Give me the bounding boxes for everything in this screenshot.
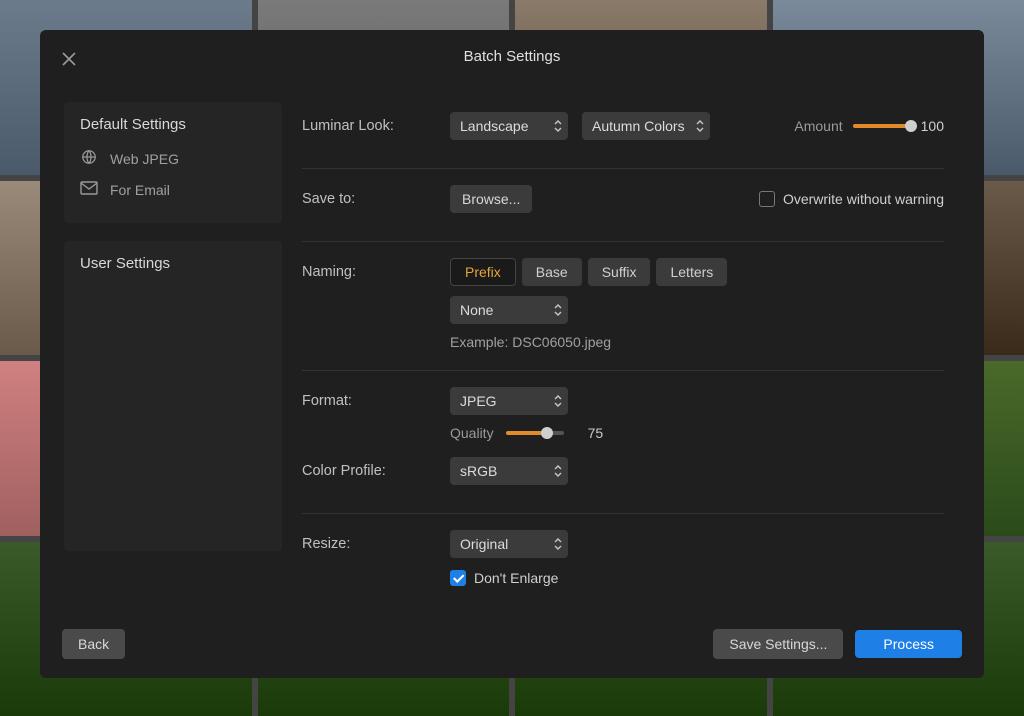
sidebar-item-for-email[interactable]: For Email: [64, 174, 282, 205]
dont-enlarge-label: Don't Enlarge: [474, 570, 558, 586]
back-button[interactable]: Back: [62, 629, 125, 659]
naming-seg-suffix[interactable]: Suffix: [588, 258, 651, 286]
sidebar-item-label: Web JPEG: [110, 151, 179, 167]
naming-segmented: Prefix Base Suffix Letters: [450, 258, 727, 286]
quality-value: 75: [588, 425, 604, 441]
naming-seg-letters[interactable]: Letters: [656, 258, 727, 286]
naming-value: None: [460, 302, 493, 318]
overwrite-checkbox[interactable]: [759, 191, 775, 207]
resize-label: Resize:: [302, 536, 450, 552]
stepper-arrows-icon: [553, 536, 563, 552]
settings-content: Luminar Look: Landscape Autumn Colors: [298, 82, 984, 620]
save-to-label: Save to:: [302, 191, 450, 207]
quality-slider[interactable]: [506, 431, 564, 435]
quality-label: Quality: [450, 425, 494, 441]
batch-settings-modal: Batch Settings Default Settings Web JPEG…: [40, 30, 984, 678]
modal-header: Batch Settings: [40, 30, 984, 82]
color-profile-label: Color Profile:: [302, 463, 450, 479]
overwrite-label: Overwrite without warning: [783, 191, 944, 207]
look-preset-value: Landscape: [460, 118, 529, 134]
sidebar-item-label: For Email: [110, 182, 170, 198]
dont-enlarge-row[interactable]: Don't Enlarge: [450, 570, 944, 586]
naming-seg-prefix[interactable]: Prefix: [450, 258, 516, 286]
stepper-arrows-icon: [553, 302, 563, 318]
browse-button[interactable]: Browse...: [450, 185, 532, 213]
process-button[interactable]: Process: [855, 630, 962, 658]
user-settings-title: User Settings: [64, 255, 282, 282]
look-variant-select[interactable]: Autumn Colors: [582, 112, 710, 140]
overwrite-checkbox-row[interactable]: Overwrite without warning: [759, 191, 944, 207]
color-profile-select[interactable]: sRGB: [450, 457, 568, 485]
format-label: Format:: [302, 393, 450, 409]
modal-title: Batch Settings: [464, 48, 561, 65]
sidebar-item-web-jpeg[interactable]: Web JPEG: [64, 143, 282, 174]
stepper-arrows-icon: [553, 463, 563, 479]
look-preset-select[interactable]: Landscape: [450, 112, 568, 140]
color-profile-value: sRGB: [460, 463, 497, 479]
resize-value: Original: [460, 536, 508, 552]
look-variant-value: Autumn Colors: [592, 118, 685, 134]
close-button[interactable]: [62, 52, 76, 66]
save-settings-button[interactable]: Save Settings...: [713, 629, 843, 659]
stepper-arrows-icon: [553, 118, 563, 134]
amount-label: Amount: [794, 118, 842, 134]
look-label: Luminar Look:: [302, 118, 450, 134]
naming-example: Example: DSC06050.jpeg: [450, 334, 944, 350]
resize-select[interactable]: Original: [450, 530, 568, 558]
mail-icon: [80, 180, 98, 199]
stepper-arrows-icon: [553, 393, 563, 409]
stepper-arrows-icon: [695, 118, 705, 134]
format-value: JPEG: [460, 393, 497, 409]
naming-label: Naming:: [302, 264, 450, 280]
format-select[interactable]: JPEG: [450, 387, 568, 415]
user-settings-group: User Settings: [64, 241, 282, 551]
sidebar: Default Settings Web JPEG For Email User…: [40, 82, 298, 620]
globe-icon: [80, 149, 98, 168]
amount-value: 100: [921, 118, 944, 134]
default-settings-group: Default Settings Web JPEG For Email: [64, 102, 282, 223]
modal-footer: Back Save Settings... Process: [40, 620, 984, 678]
naming-seg-base[interactable]: Base: [522, 258, 582, 286]
dont-enlarge-checkbox[interactable]: [450, 570, 466, 586]
default-settings-title: Default Settings: [64, 116, 282, 143]
amount-slider[interactable]: [853, 124, 911, 128]
naming-value-select[interactable]: None: [450, 296, 568, 324]
